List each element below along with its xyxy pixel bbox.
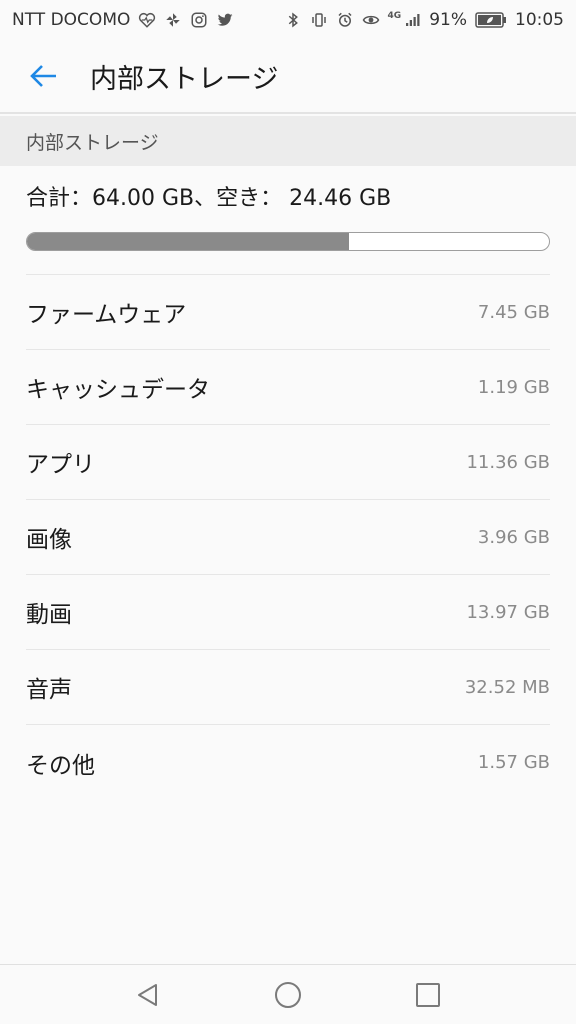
eye-icon bbox=[362, 11, 380, 29]
list-item-label: 音声 bbox=[26, 677, 72, 703]
list-item-label: アプリ bbox=[26, 452, 95, 478]
carrier-name: NTT DOCOMO bbox=[12, 10, 131, 30]
heart-rate-icon bbox=[138, 11, 156, 29]
list-item-size: 7.45 GB bbox=[477, 301, 550, 323]
list-item-label: キャッシュデータ bbox=[26, 377, 210, 403]
storage-summary: 合計：64.00 GB、空き： 24.46 GB bbox=[26, 186, 392, 211]
list-item-size: 3.96 GB bbox=[477, 526, 550, 548]
storage-usage-bar bbox=[26, 232, 550, 251]
list-item-label: その他 bbox=[26, 752, 95, 779]
recents-square-icon bbox=[416, 982, 440, 1007]
twitter-icon bbox=[216, 11, 234, 29]
list-item-label: ファームウェア bbox=[26, 302, 187, 328]
back-arrow-icon bbox=[30, 65, 56, 87]
list-item-size: 13.97 GB bbox=[466, 601, 550, 623]
list-item-audio[interactable]: 音声 32.52 MB bbox=[26, 650, 550, 725]
list-item-label: 画像 bbox=[26, 527, 72, 553]
list-item-size: 1.57 GB bbox=[477, 752, 550, 773]
list-item-size: 11.36 GB bbox=[466, 451, 550, 473]
section-header: 内部ストレージ bbox=[0, 116, 576, 166]
page-title: 内部ストレージ bbox=[90, 63, 279, 95]
list-item-other[interactable]: その他 1.57 GB bbox=[26, 725, 550, 800]
network-type: 4G bbox=[387, 11, 402, 21]
list-item-size: 32.52 MB bbox=[464, 676, 550, 698]
back-triangle-icon bbox=[138, 983, 157, 1006]
instagram-icon bbox=[190, 11, 208, 29]
status-right: 4G 91% 10:05 bbox=[284, 10, 564, 30]
list-item-videos[interactable]: 動画 13.97 GB bbox=[26, 575, 550, 650]
list-item-firmware[interactable]: ファームウェア 7.45 GB bbox=[26, 275, 550, 350]
list-item-images[interactable]: 画像 3.96 GB bbox=[26, 500, 550, 575]
storage-category-list: ファームウェア 7.45 GB キャッシュデータ 1.19 GB アプリ 11.… bbox=[26, 274, 550, 800]
list-item-apps[interactable]: アプリ 11.36 GB bbox=[26, 425, 550, 500]
home-circle-icon bbox=[275, 981, 301, 1008]
signal-icon bbox=[403, 11, 421, 29]
nav-back-button[interactable] bbox=[128, 975, 168, 1015]
nav-home-button[interactable] bbox=[268, 975, 308, 1015]
app-bar: 内部ストレージ bbox=[0, 40, 576, 114]
battery-percent: 91% bbox=[429, 10, 467, 30]
battery-icon bbox=[475, 11, 507, 29]
vibrate-icon bbox=[310, 11, 328, 29]
back-button[interactable] bbox=[14, 46, 74, 106]
alarm-icon bbox=[336, 11, 354, 29]
bluetooth-icon bbox=[284, 11, 302, 29]
storage-usage-fill bbox=[27, 233, 350, 250]
list-item-cache[interactable]: キャッシュデータ 1.19 GB bbox=[26, 350, 550, 425]
nav-recents-button[interactable] bbox=[408, 975, 448, 1015]
list-item-size: 1.19 GB bbox=[477, 376, 550, 398]
pinwheel-icon bbox=[164, 11, 182, 29]
status-left: NTT DOCOMO bbox=[12, 10, 234, 30]
status-bar: NTT DOCOMO 4G 91% 10:05 bbox=[0, 0, 576, 40]
clock: 10:05 bbox=[515, 10, 564, 30]
list-item-label: 動画 bbox=[26, 602, 72, 628]
navigation-bar bbox=[0, 964, 576, 1024]
